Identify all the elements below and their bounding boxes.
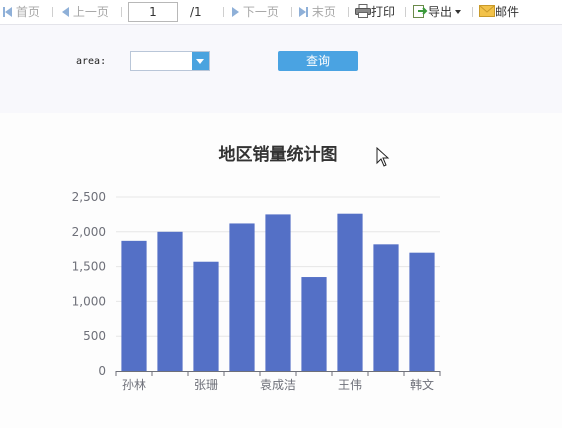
y-tick-label: 1,500	[72, 260, 106, 274]
bar	[229, 223, 255, 371]
bar	[301, 277, 327, 371]
x-tick-label: 孙林	[122, 378, 146, 392]
bar	[157, 231, 183, 371]
y-tick-label: 0	[98, 364, 106, 378]
bar	[409, 252, 435, 371]
y-tick-label: 2,000	[72, 225, 106, 239]
bar	[373, 244, 399, 371]
x-tick-label: 张珊	[194, 378, 218, 392]
bar-chart: 0 500 1,000 1,500 2,000 2,500 孙林 张珊 袁成洁 王伟 韩文	[72, 190, 441, 392]
bar	[193, 261, 219, 371]
y-tick-label: 500	[83, 329, 106, 343]
bar	[265, 214, 291, 371]
bar	[121, 240, 147, 371]
x-tick-label: 韩文	[410, 377, 434, 392]
y-tick-label: 2,500	[72, 190, 106, 204]
y-tick-label: 1,000	[72, 294, 106, 308]
mouse-cursor-icon	[376, 147, 390, 167]
x-tick-label: 王伟	[338, 378, 362, 392]
x-tick-label: 袁成洁	[260, 378, 296, 392]
bar	[337, 213, 363, 371]
